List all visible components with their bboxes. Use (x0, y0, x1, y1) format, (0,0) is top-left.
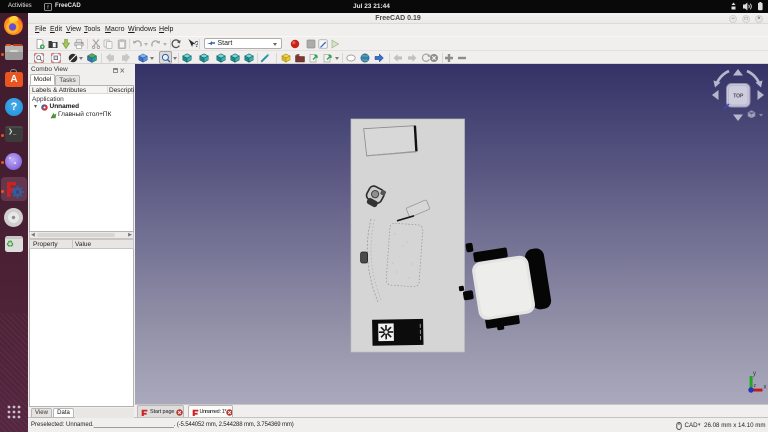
svg-text:y: y (753, 371, 756, 377)
svg-text:TOP: TOP (733, 93, 744, 99)
svg-text:x: x (764, 385, 767, 391)
svg-text:?: ? (194, 39, 198, 49)
svg-text:z: z (754, 383, 757, 389)
